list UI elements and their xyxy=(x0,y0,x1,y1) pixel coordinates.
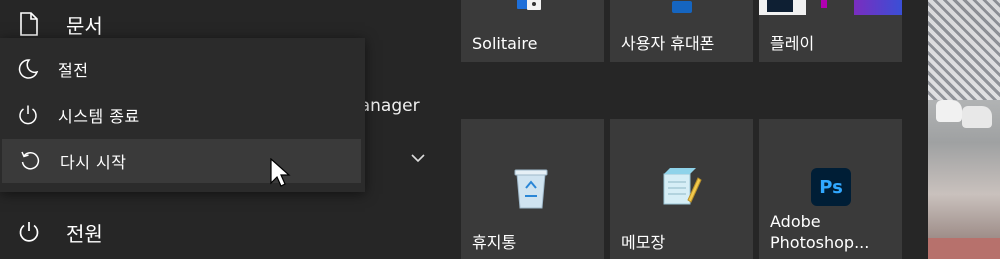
tile-your-phone-label: 사용자 휴대폰 xyxy=(621,34,715,53)
tile-notepad-label: 메모장 xyxy=(621,233,666,252)
tile-play-folder[interactable]: 플레이 xyxy=(759,0,902,62)
tile-photoshop[interactable]: Ps Adobe Photoshop... xyxy=(759,119,902,259)
menu-item-shutdown-label: 시스템 종료 xyxy=(58,107,140,126)
wallpaper-detail xyxy=(928,0,1000,100)
menu-item-shutdown[interactable]: 시스템 종료 xyxy=(0,93,365,137)
menu-item-sleep[interactable]: 절전 xyxy=(0,47,365,91)
menu-item-restart-label: 다시 시작 xyxy=(60,153,127,172)
restart-icon xyxy=(18,149,42,173)
tile-recycle-bin[interactable]: 휴지통 xyxy=(461,119,604,259)
power-icon xyxy=(16,219,42,245)
tile-photoshop-label-line2: Photoshop... xyxy=(770,233,870,252)
notepad-icon xyxy=(658,164,704,210)
document-icon xyxy=(16,11,42,37)
chevron-down-icon[interactable] xyxy=(409,150,427,164)
app-thumbnail-icon xyxy=(854,0,902,15)
app-thumbnail-icon xyxy=(759,0,806,15)
mouse-cursor-icon xyxy=(270,157,292,190)
power-icon xyxy=(16,103,40,127)
solitaire-icon xyxy=(513,0,547,12)
tile-solitaire-label: Solitaire xyxy=(472,34,538,53)
nav-item-documents-label: 문서 xyxy=(66,13,103,38)
wallpaper-detail xyxy=(936,100,962,122)
phone-icon xyxy=(670,0,694,14)
power-flyout-menu: 절전 시스템 종료 다시 시작 xyxy=(0,38,365,192)
photoshop-logo-text: Ps xyxy=(819,176,843,198)
tile-photoshop-label-line1: Adobe xyxy=(770,212,821,231)
moon-icon xyxy=(16,57,40,81)
app-thumbnail-icon xyxy=(821,0,827,8)
wallpaper-detail xyxy=(962,106,992,128)
tile-play-label: 플레이 xyxy=(770,34,815,53)
menu-item-sleep-label: 절전 xyxy=(58,61,89,80)
tile-solitaire[interactable]: Solitaire xyxy=(461,0,604,62)
nav-item-power[interactable]: 전원 xyxy=(0,210,360,254)
menu-item-restart[interactable]: 다시 시작 xyxy=(2,139,361,183)
nav-item-power-label: 전원 xyxy=(66,221,103,246)
wallpaper-detail xyxy=(928,238,1000,259)
tile-notepad[interactable]: 메모장 xyxy=(610,119,753,259)
tile-your-phone[interactable]: 사용자 휴대폰 xyxy=(610,0,753,62)
recycle-bin-icon xyxy=(511,166,551,210)
tile-recycle-bin-label: 휴지통 xyxy=(472,233,517,252)
photoshop-icon: Ps xyxy=(811,168,851,206)
